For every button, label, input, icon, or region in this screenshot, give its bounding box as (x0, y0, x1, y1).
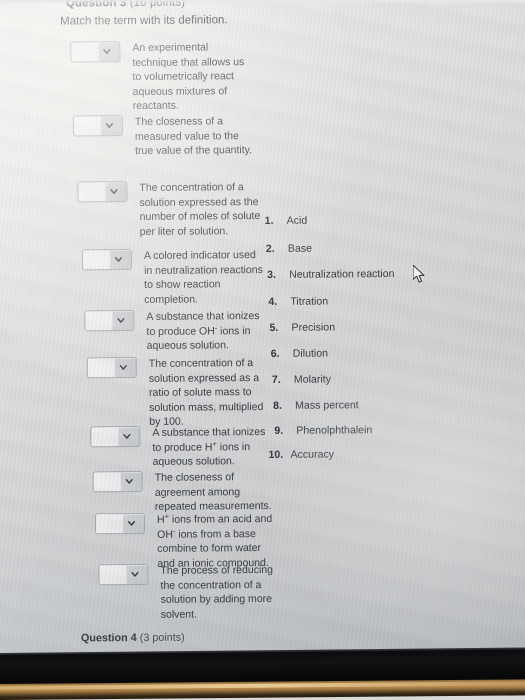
term-number: 9. (274, 424, 284, 437)
term-select-molarity-def[interactable] (77, 181, 128, 203)
term-label: Precision (291, 321, 336, 334)
term-item: 9. Phenolphthalein (274, 424, 372, 437)
definition-row: The concentration of a solution expresse… (77, 180, 261, 240)
definition-row: The closeness of a measured value to the… (72, 114, 257, 159)
term-item: 1. Acid (265, 215, 308, 227)
definition-row: A substance that ionizes to produce OH- … (84, 309, 268, 354)
question-4-points: (3 points) (139, 631, 185, 644)
screenshot-root: Question 3 (10 points) Match the term wi… (0, 0, 525, 700)
term-select-mass-percent-def[interactable] (86, 356, 137, 379)
term-select-titration-def[interactable] (70, 41, 121, 63)
term-item: 5. Precision (269, 321, 335, 334)
term-label: Accuracy (290, 448, 335, 461)
definition-row: The process of reducing the concentratio… (98, 563, 282, 623)
term-select-dilution-def[interactable] (98, 563, 149, 586)
chevron-down-icon (103, 48, 111, 55)
term-number: 10. (268, 448, 284, 461)
term-label: Acid (286, 214, 308, 227)
chevron-down-icon (119, 364, 127, 371)
term-select-neutralization-def[interactable] (94, 512, 146, 535)
definition-row: An experimental technique that allows us… (70, 40, 255, 114)
term-number: 6. (270, 347, 280, 360)
definition-text: A colored indicator used in neutralizati… (143, 249, 263, 306)
question-3-heading: Question 3 (10 points) (66, 0, 185, 10)
term-item: 8. Mass percent (273, 399, 359, 412)
definition-text: The closeness of agreement among repeate… (154, 471, 272, 514)
term-select-acid-def[interactable] (90, 425, 141, 448)
question-3-label: Question 3 (65, 0, 127, 10)
term-number: 8. (273, 399, 283, 412)
term-label: Titration (290, 295, 329, 308)
chevron-down-icon (105, 122, 113, 129)
chevron-down-icon (110, 188, 118, 195)
term-number: 2. (265, 242, 275, 255)
definition-text: A substance that ionizes to produce OH- … (146, 310, 260, 353)
definition-text: An experimental technique that allows us… (132, 41, 245, 113)
term-item: 7. Molarity (272, 373, 331, 385)
term-label: Phenolphthalein (296, 424, 373, 437)
term-item: 2. Base (266, 243, 312, 255)
term-number: 5. (269, 321, 279, 334)
definition-text: A substance that ionizes to produce H+ i… (152, 425, 266, 469)
term-item: 4. Titration (268, 295, 328, 307)
term-label: Mass percent (295, 399, 359, 412)
definition-row: A substance that ionizes to produce H+ i… (90, 425, 274, 470)
term-item: 3. Neutralization reaction (267, 268, 394, 281)
term-number: 1. (264, 214, 274, 227)
chevron-down-icon (125, 478, 133, 485)
definition-text: The closeness of a measured value to the… (134, 115, 252, 158)
term-item: 10. Accuracy (268, 448, 334, 461)
term-number: 4. (268, 295, 278, 308)
question-4-heading: Question 4 (3 points) (81, 632, 185, 645)
chevron-down-icon (114, 256, 122, 263)
quiz-page-content: Question 3 (10 points) Match the term wi… (0, 0, 525, 662)
chevron-down-icon (131, 571, 139, 578)
term-select-accuracy-def[interactable] (72, 115, 123, 137)
question-prompt: Match the term with its definition. (60, 14, 228, 28)
term-number: 3. (267, 268, 276, 281)
chevron-down-icon (117, 317, 125, 324)
chevron-down-icon (123, 433, 131, 440)
term-select-precision-def[interactable] (92, 470, 143, 493)
term-label: Molarity (293, 373, 332, 386)
term-label: Base (287, 242, 313, 255)
term-number: 7. (271, 373, 281, 386)
term-label: Neutralization reaction (289, 267, 395, 281)
definition-text: The concentration of a solution expresse… (139, 181, 261, 238)
definition-row: The closeness of agreement among repeate… (92, 470, 277, 515)
question-3-points: (10 points) (129, 0, 186, 10)
term-select-base-def[interactable] (84, 310, 135, 332)
definition-text: The process of reducing the concentratio… (160, 563, 273, 621)
question-4-label: Question 4 (80, 631, 137, 645)
term-label: Dilution (292, 347, 329, 360)
term-item: 6. Dilution (271, 347, 328, 359)
definition-row: The concentration of a solution expresse… (86, 356, 272, 430)
definition-row: A colored indicator used in neutralizati… (81, 248, 266, 308)
chevron-down-icon (128, 520, 136, 527)
definition-text: The concentration of a solution expresse… (148, 357, 264, 429)
term-select-phenolphthalein-def[interactable] (81, 249, 133, 271)
